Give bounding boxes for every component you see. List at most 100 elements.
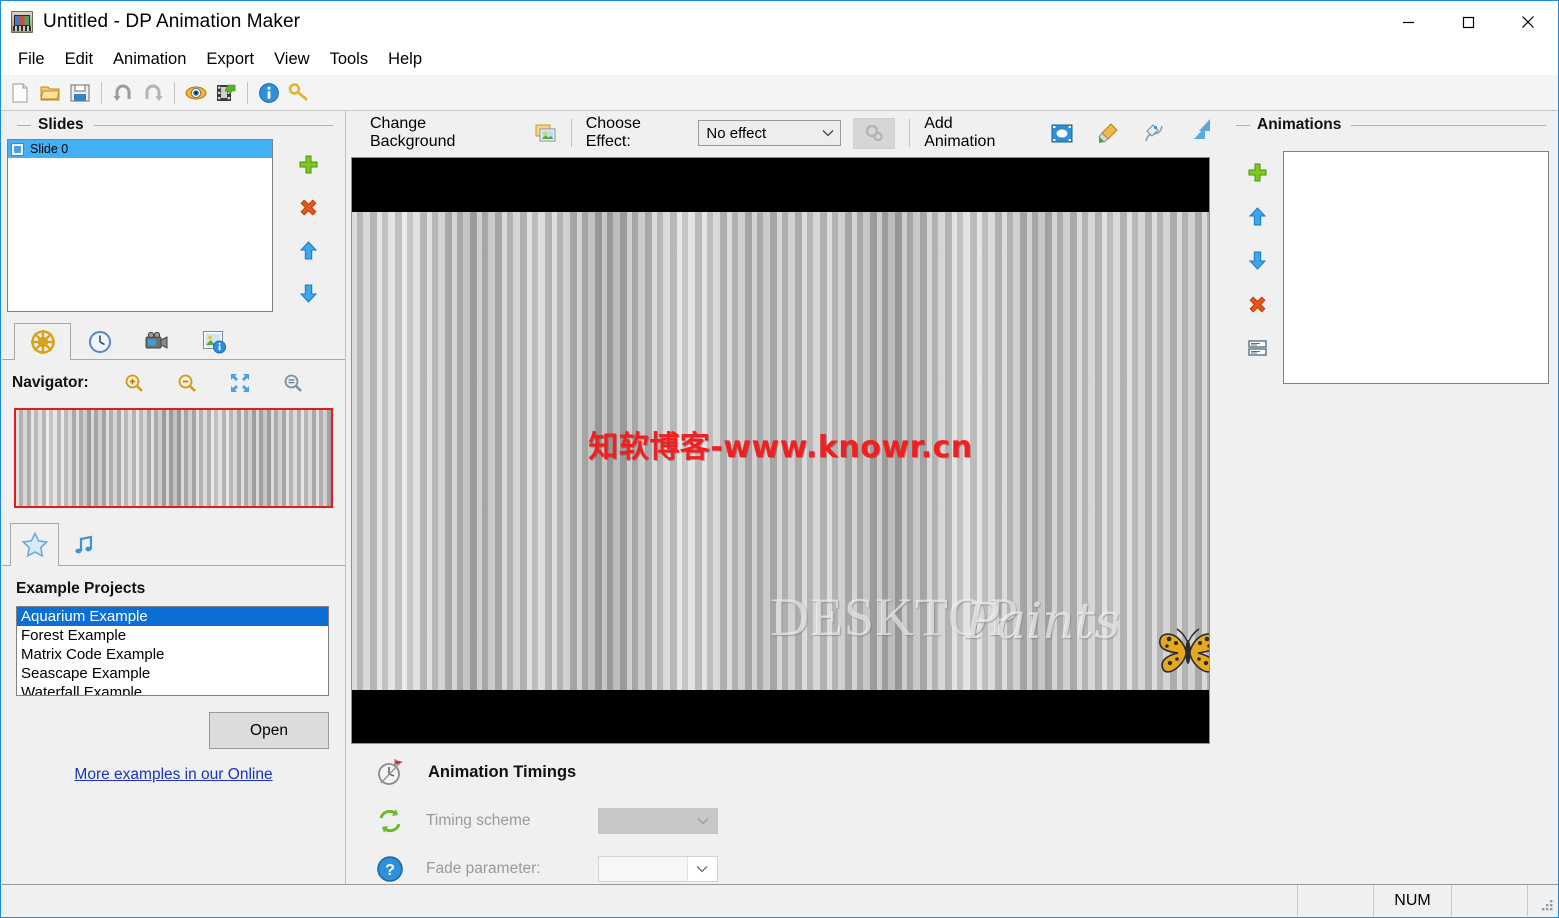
effect-select[interactable]: No effect: [698, 120, 841, 146]
navigator-preview[interactable]: [14, 408, 333, 508]
letterbox-top: [352, 158, 1209, 212]
toolbar-separator: [570, 119, 572, 147]
status-bar: NUM: [2, 884, 1558, 916]
film-projector-icon: [11, 11, 33, 33]
change-background-label[interactable]: Change Background: [370, 115, 513, 151]
export-video-icon[interactable]: [212, 79, 240, 107]
chevron-down-icon: [822, 130, 834, 137]
tab-settings[interactable]: [14, 323, 71, 360]
open-button[interactable]: Open: [209, 712, 329, 749]
delete-slide-button[interactable]: [297, 196, 319, 218]
animations-list[interactable]: [1283, 151, 1549, 384]
move-animation-up-button[interactable]: [1246, 205, 1268, 227]
info-icon[interactable]: [255, 79, 283, 107]
fade-parameter-row: ? Fade parameter:: [354, 855, 1214, 883]
camcorder-icon: [145, 331, 167, 349]
maximize-button[interactable]: [1438, 1, 1498, 43]
refresh-cycle-icon: [379, 809, 401, 833]
fit-to-window-icon[interactable]: [229, 372, 250, 394]
timing-scheme-select[interactable]: [598, 808, 718, 834]
tab-timing[interactable]: [71, 323, 128, 359]
center-toolbar: Change Background Choose Effect: No effe…: [346, 111, 1211, 155]
background-image-icon[interactable]: [535, 122, 557, 144]
actual-size-icon[interactable]: [282, 372, 303, 394]
left-panel: Slides Slide 0 Navigator: Example Projec…: [2, 111, 346, 886]
open-icon[interactable]: [36, 79, 64, 107]
preview-canvas[interactable]: 知软博客-www.knowr.cn DESKTOP Paints: [351, 157, 1210, 744]
undo-icon[interactable]: [109, 79, 137, 107]
animation-timings-header: Animation Timings: [354, 757, 1214, 787]
chevron-down-icon: [697, 818, 709, 825]
menu-view[interactable]: View: [265, 47, 318, 72]
fade-parameter-select[interactable]: [598, 856, 718, 882]
add-video-animation-icon[interactable]: [1051, 122, 1073, 144]
application-window: Untitled - DP Animation Maker File Edit …: [0, 0, 1559, 918]
pen-path-animation-icon[interactable]: [1143, 122, 1165, 144]
brush-animation-icon[interactable]: [1097, 122, 1119, 144]
menu-export[interactable]: Export: [197, 47, 263, 72]
redo-icon[interactable]: [139, 79, 167, 107]
save-icon[interactable]: [66, 79, 94, 107]
music-note-icon: [74, 535, 92, 553]
list-item[interactable]: Slide 0: [8, 140, 272, 158]
more-examples-link[interactable]: More examples in our Online: [2, 766, 345, 784]
example-projects-list[interactable]: Aquarium Example Forest Example Matrix C…: [16, 606, 329, 696]
tab-examples[interactable]: [10, 523, 59, 566]
toolbar-separator: [247, 81, 248, 104]
list-item[interactable]: Aquarium Example: [17, 607, 328, 626]
examples-title: Example Projects: [16, 580, 146, 597]
move-animation-down-button[interactable]: [1246, 249, 1268, 271]
star-icon: [21, 531, 48, 558]
tab-music[interactable]: [59, 523, 108, 565]
fade-parameter-label: Fade parameter:: [426, 860, 541, 877]
menu-edit[interactable]: Edit: [56, 47, 102, 72]
window-controls: [1378, 1, 1558, 43]
key-register-icon[interactable]: [285, 79, 313, 107]
slides-group-header: Slides: [2, 111, 345, 139]
tab-video[interactable]: [128, 323, 185, 359]
delete-animation-button[interactable]: [1246, 293, 1268, 315]
move-slide-up-button[interactable]: [297, 239, 319, 261]
animations-group-header: Animations: [1199, 111, 1558, 139]
toolbar-separator: [909, 119, 911, 147]
tab-image-info[interactable]: [185, 323, 242, 359]
move-slide-down-button[interactable]: [297, 282, 319, 304]
status-cell-empty: [1298, 885, 1374, 916]
status-badge: NUM: [1374, 885, 1452, 916]
slide-label: Slide 0: [30, 142, 69, 156]
slides-buttons: [273, 139, 343, 312]
menu-help[interactable]: Help: [379, 47, 431, 72]
image-info-icon: [202, 330, 226, 353]
timing-scheme-label: Timing scheme: [426, 812, 531, 829]
minimize-button[interactable]: [1378, 1, 1438, 43]
zoom-in-icon[interactable]: [124, 372, 145, 394]
preview-eye-icon[interactable]: [182, 79, 210, 107]
animation-timings-title: Animation Timings: [428, 762, 577, 781]
list-item[interactable]: Forest Example: [17, 626, 328, 645]
add-slide-button[interactable]: [297, 153, 319, 175]
zoom-out-icon[interactable]: [177, 372, 198, 394]
effect-settings-button[interactable]: [852, 117, 896, 149]
toolbar-separator: [101, 81, 102, 104]
close-button[interactable]: [1498, 1, 1558, 43]
list-item[interactable]: Matrix Code Example: [17, 645, 328, 664]
menu-tools[interactable]: Tools: [321, 47, 378, 72]
gears-icon: [865, 124, 883, 142]
help-question-icon: ?: [377, 856, 403, 882]
ship-wheel-icon: [30, 330, 55, 354]
menu-bar: File Edit Animation Export View Tools He…: [1, 43, 1558, 75]
navigator-label: Navigator:: [12, 374, 89, 391]
choose-effect-label: Choose Effect:: [585, 115, 641, 150]
animation-properties-button[interactable]: [1246, 337, 1268, 359]
slides-list[interactable]: Slide 0: [7, 139, 273, 312]
new-icon[interactable]: [6, 79, 34, 107]
menu-file[interactable]: File: [9, 47, 54, 72]
list-item[interactable]: Seascape Example: [17, 664, 328, 683]
gradient-animation-icon[interactable]: [1197, 117, 1213, 133]
list-item[interactable]: Waterfall Example: [17, 683, 328, 695]
resize-grip-icon[interactable]: [1528, 885, 1558, 916]
menu-animation[interactable]: Animation: [104, 47, 195, 72]
letterbox-bottom: [352, 690, 1209, 743]
add-animation-button[interactable]: [1246, 161, 1268, 183]
effect-value: No effect: [706, 124, 767, 142]
